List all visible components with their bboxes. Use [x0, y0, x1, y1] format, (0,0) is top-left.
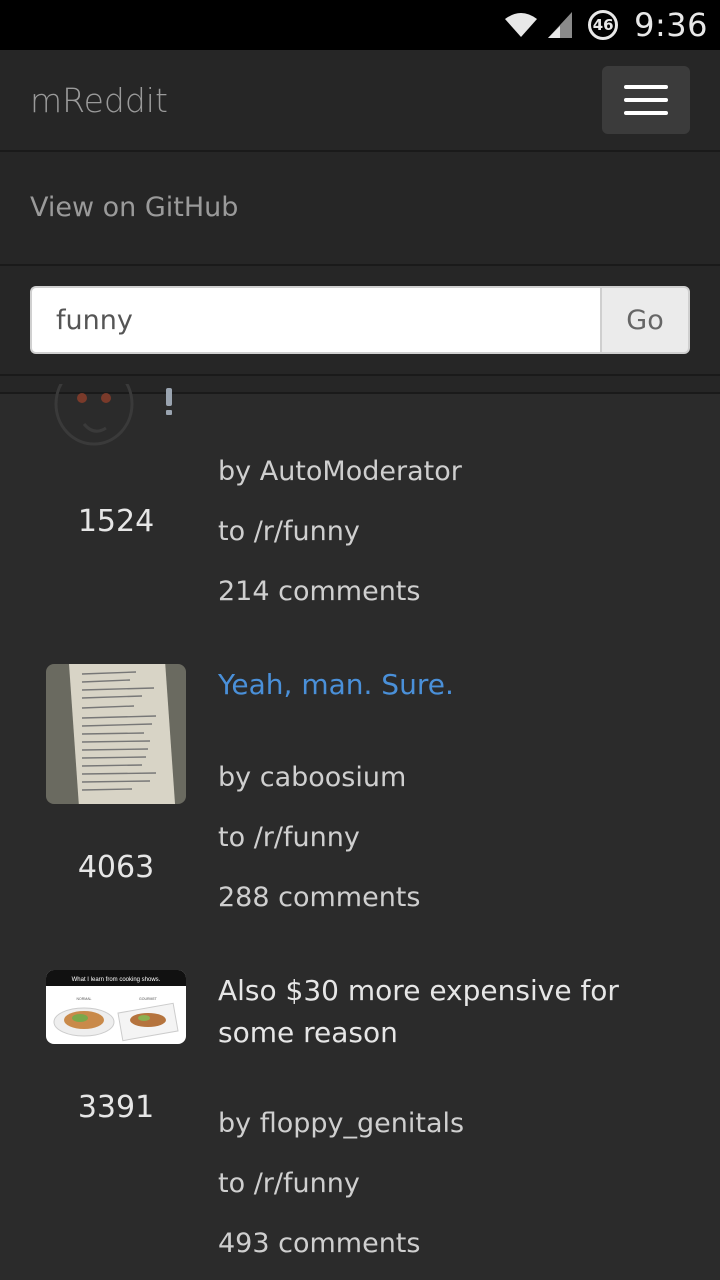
- post-author[interactable]: AutoModerator: [260, 456, 462, 487]
- post-title[interactable]: Also $30 more expensive for some reason: [218, 970, 678, 1054]
- menu-toggle-button[interactable]: [602, 66, 690, 134]
- search-bar: Go: [0, 266, 720, 376]
- hamburger-icon-bar: [624, 85, 668, 89]
- post-score: 1524: [77, 504, 155, 539]
- post-subreddit[interactable]: /r/funny: [254, 516, 360, 547]
- by-label: by: [218, 456, 252, 487]
- post-author-line: by caboosium: [218, 762, 406, 793]
- signal-icon: [548, 12, 573, 38]
- post-score: 3391: [77, 1090, 155, 1125]
- post-subreddit[interactable]: /r/funny: [254, 1168, 360, 1199]
- view-on-github-link[interactable]: View on GitHub: [30, 192, 238, 223]
- thumbnail-label-gourmet: GOURMET: [139, 997, 158, 1001]
- by-label: by: [218, 1108, 252, 1139]
- battery-badge: 46: [588, 10, 619, 40]
- navbar: mReddit: [0, 50, 720, 152]
- post-comments[interactable]: 214 comments: [218, 576, 420, 607]
- to-label: to: [218, 516, 246, 547]
- post-subreddit-line: to /r/funny: [218, 822, 360, 853]
- hamburger-icon-bar: [624, 98, 668, 102]
- status-bar: 46 9:36: [0, 0, 720, 50]
- reddit-alien-icon[interactable]: [46, 384, 186, 460]
- post-subreddit-line: to /r/funny: [218, 516, 360, 547]
- clock: 9:36: [634, 6, 708, 44]
- cooking-shows-image[interactable]: What I learn from cooking shows. NORMAL …: [46, 970, 186, 1044]
- to-label: to: [218, 822, 246, 853]
- post-author[interactable]: floppy_genitals: [260, 1108, 464, 1139]
- post-author[interactable]: caboosium: [260, 762, 407, 793]
- thumbnail-label-normal: NORMAL: [77, 997, 92, 1001]
- thumbnail-caption: What I learn from cooking shows.: [72, 977, 161, 983]
- post-score: 4063: [77, 850, 155, 885]
- by-label: by: [218, 762, 252, 793]
- go-button[interactable]: Go: [600, 286, 690, 354]
- github-row: View on GitHub: [0, 152, 720, 266]
- post-author-line: by floppy_genitals: [218, 1108, 464, 1139]
- status-icons: 46 9:36: [504, 6, 708, 44]
- post-comments[interactable]: 493 comments: [218, 1228, 420, 1259]
- wifi-icon: [505, 13, 538, 37]
- post-subreddit[interactable]: /r/funny: [254, 822, 360, 853]
- subreddit-search-input[interactable]: [30, 286, 602, 354]
- hamburger-icon-bar: [624, 111, 668, 115]
- post-title-link[interactable]: Yeah, man. Sure.: [218, 664, 678, 706]
- post-author-line: by AutoModerator: [218, 456, 462, 487]
- brand-title[interactable]: mReddit: [30, 81, 168, 120]
- post-subreddit-line: to /r/funny: [218, 1168, 360, 1199]
- pizza-receipt-image[interactable]: [46, 664, 186, 804]
- to-label: to: [218, 1168, 246, 1199]
- post-comments[interactable]: 288 comments: [218, 882, 420, 913]
